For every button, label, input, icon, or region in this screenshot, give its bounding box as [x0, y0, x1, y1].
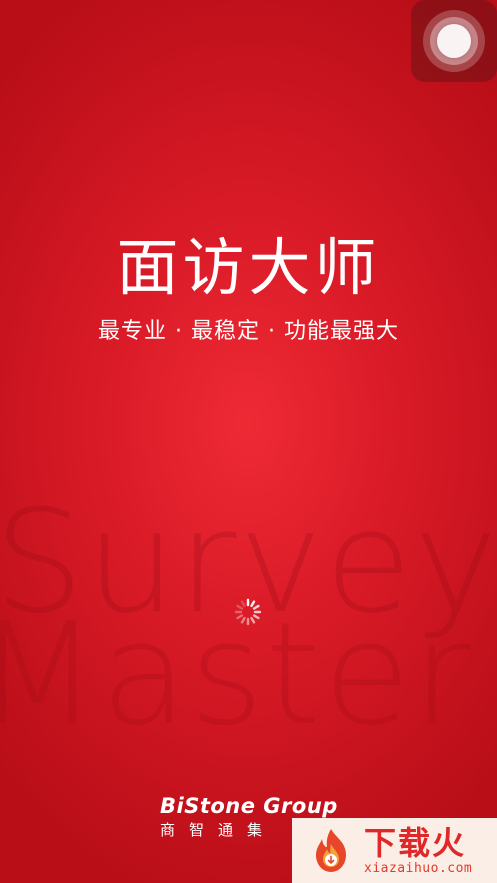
company-name: BiStone Group — [160, 794, 338, 818]
site-url: xiazaihuo.com — [364, 860, 473, 876]
site-name: 下载火 — [364, 823, 467, 862]
app-title: 面访大师 — [116, 231, 381, 304]
loading-spinner-icon — [234, 598, 262, 626]
company-name-cn: 商智通集 — [160, 821, 277, 839]
site-watermark-badge: 下载火 xiazaihuo.com — [292, 818, 497, 883]
fire-logo-icon — [316, 828, 346, 872]
assistive-touch-icon[interactable] — [411, 0, 497, 82]
app-tagline: 最专业 · 最稳定 · 功能最强大 — [98, 319, 399, 344]
